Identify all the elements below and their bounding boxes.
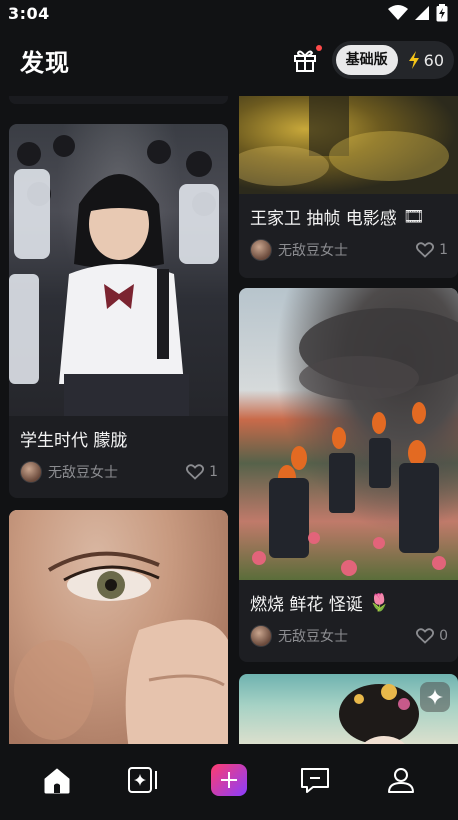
avatar: [250, 625, 272, 647]
profile-icon: [388, 768, 414, 793]
card-image: [9, 96, 228, 104]
heart-icon: [416, 242, 435, 258]
battery-icon: [436, 4, 448, 22]
avatar: [250, 239, 272, 261]
message-icon: [301, 768, 329, 793]
feed-card-partial-top[interactable]: [9, 96, 228, 104]
feed-card-face[interactable]: [9, 510, 228, 744]
like-count: 1: [209, 464, 218, 480]
card-title-text: 燃烧 鲜花 怪诞: [250, 595, 363, 615]
status-bar: 3:04: [0, 0, 458, 26]
status-time: 3:04: [8, 3, 50, 23]
cinematic-blur-illustration: [239, 96, 449, 186]
feed-card-school[interactable]: 学生时代 朦胧 无敌豆女士 1: [9, 124, 228, 498]
bottom-nav: [0, 744, 458, 820]
sparkle-icon: [427, 689, 443, 705]
plan-badge[interactable]: 基础版: [335, 45, 398, 75]
nav-create[interactable]: [206, 757, 252, 803]
card-image: [9, 510, 228, 744]
heart-icon: [416, 628, 435, 644]
nav-home[interactable]: [34, 757, 80, 803]
sparkle-button[interactable]: [420, 682, 450, 712]
card-image: [9, 124, 228, 416]
card-title-emoji: 🎞: [402, 206, 425, 227]
card-image: [239, 674, 458, 744]
card-body: 学生时代 朦胧 无敌豆女士 1: [9, 416, 228, 483]
plan-pill[interactable]: 基础版 60: [331, 41, 454, 79]
page-title: 发现: [20, 48, 70, 77]
card-title: 燃烧 鲜花 怪诞 🌷: [250, 590, 448, 616]
like-button[interactable]: 1: [416, 242, 448, 258]
gift-button[interactable]: [290, 45, 322, 75]
credits-value: 60: [423, 50, 444, 70]
bolt-icon: [408, 51, 419, 69]
card-title: 王家卫 抽帧 电影感 🎞: [250, 204, 448, 230]
like-button[interactable]: 1: [186, 464, 218, 480]
notification-dot: [315, 45, 322, 51]
heart-icon: [186, 464, 205, 480]
card-image: [239, 288, 458, 580]
card-meta: 无敌豆女士 0: [250, 625, 448, 647]
card-body: 王家卫 抽帧 电影感 🎞 无敌豆女士 1: [239, 194, 458, 261]
card-title: 学生时代 朦胧: [20, 426, 218, 451]
plus-icon: [221, 772, 237, 788]
card-meta: 无敌豆女士 1: [20, 461, 218, 483]
face-closeup-illustration: [14, 551, 228, 744]
signal-icon: [415, 6, 429, 20]
like-button[interactable]: 0: [416, 628, 448, 644]
author[interactable]: 无敌豆女士: [20, 461, 118, 483]
author-name: 无敌豆女士: [278, 629, 348, 645]
header: 发现 基础版 60: [0, 34, 458, 86]
card-body: 燃烧 鲜花 怪诞 🌷 无敌豆女士 0: [239, 580, 458, 647]
nav-profile[interactable]: [378, 757, 424, 803]
card-meta: 无敌豆女士 1: [250, 239, 448, 261]
school-girl-illustration: [9, 135, 219, 416]
photo-frame-icon: [128, 767, 157, 793]
nav-creations[interactable]: [120, 757, 166, 803]
author[interactable]: 无敌豆女士: [250, 625, 348, 647]
like-count: 1: [439, 242, 448, 258]
like-count: 0: [439, 628, 448, 644]
card-title-text: 学生时代 朦胧: [20, 431, 128, 451]
status-icons: [388, 4, 448, 22]
avatar: [20, 461, 42, 483]
author-name: 无敌豆女士: [48, 465, 118, 481]
wifi-icon: [388, 5, 408, 20]
home-icon: [44, 768, 70, 794]
credits[interactable]: 60: [408, 51, 444, 70]
feed-card-wangjiawei[interactable]: 王家卫 抽帧 电影感 🎞 无敌豆女士 1: [239, 96, 458, 278]
discover-feed[interactable]: 学生时代 朦胧 无敌豆女士 1 王家卫 抽帧 电影感 🎞 无敌豆女士 1 燃烧 …: [0, 96, 458, 744]
author[interactable]: 无敌豆女士: [250, 239, 348, 261]
header-actions: 基础版 60: [290, 41, 458, 79]
card-title-emoji: 🌷: [368, 592, 390, 613]
card-image: [239, 96, 458, 194]
feed-card-fire[interactable]: 燃烧 鲜花 怪诞 🌷 无敌豆女士 0: [239, 288, 458, 662]
card-title-text: 王家卫 抽帧 电影感: [250, 209, 397, 229]
burning-figures-illustration: [252, 308, 458, 576]
feed-card-lady[interactable]: [239, 674, 458, 744]
create-button[interactable]: [211, 764, 247, 796]
author-name: 无敌豆女士: [278, 243, 348, 259]
gift-icon: [293, 50, 316, 72]
nav-messages[interactable]: [292, 757, 338, 803]
